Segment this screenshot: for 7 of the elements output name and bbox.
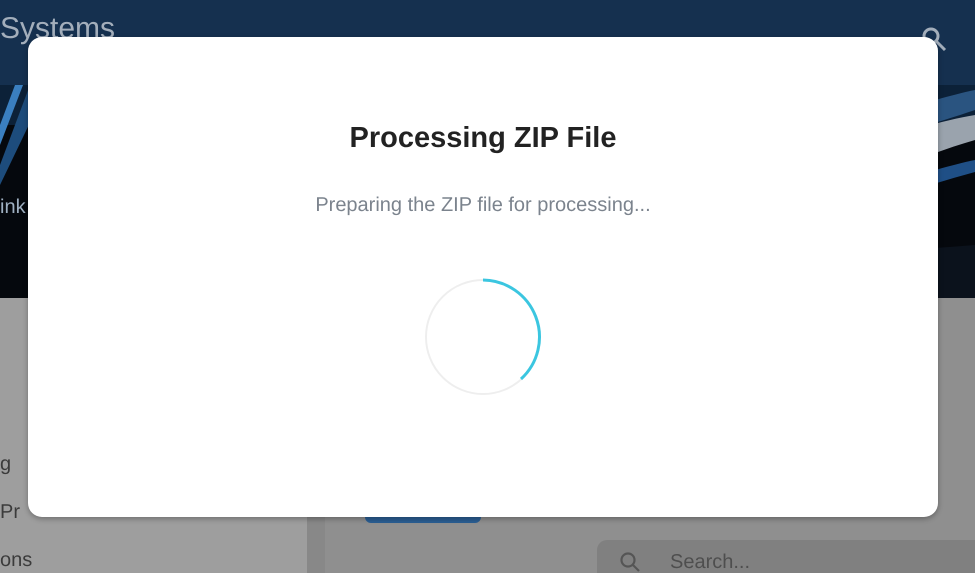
sidebar-item[interactable]: ons <box>0 536 32 573</box>
dialog-message: Preparing the ZIP file for processing... <box>315 193 651 218</box>
dialog-title: Processing ZIP File <box>349 121 616 156</box>
hero-text: ink <box>0 195 26 219</box>
sidebar-item[interactable]: Pr <box>0 488 20 536</box>
brand-name: Systems <box>0 12 116 46</box>
sidebar-item[interactable]: g <box>0 440 12 488</box>
